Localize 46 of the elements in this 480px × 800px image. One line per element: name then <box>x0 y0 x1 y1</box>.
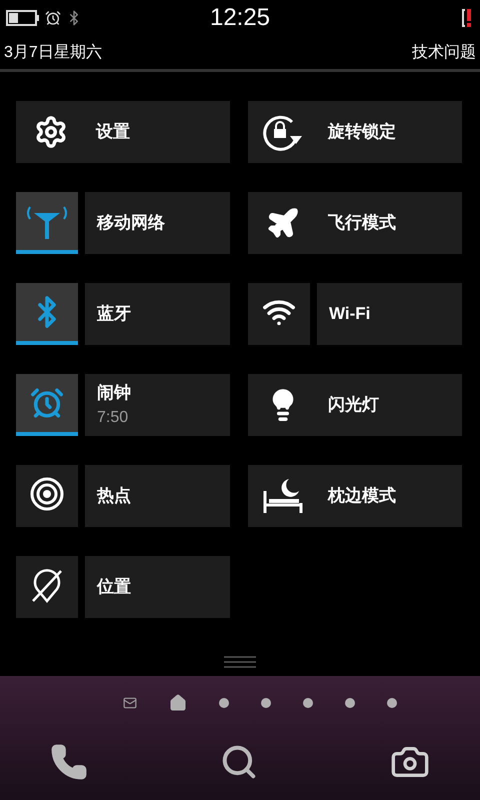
search-icon[interactable] <box>220 743 258 781</box>
tile-label: Wi-Fi <box>329 303 370 326</box>
tile-label: 闪光灯 <box>328 394 379 416</box>
tile-label: 移动网络 <box>97 212 165 234</box>
alarm-clock-icon <box>45 10 61 26</box>
tile-label: 旋转锁定 <box>328 121 396 144</box>
drag-handle-icon[interactable] <box>224 656 256 668</box>
toggle-button[interactable] <box>16 465 78 527</box>
tile-label: 热点 <box>97 485 131 508</box>
tile-label-button[interactable]: 移动网络 <box>85 192 230 254</box>
tile-label: 位置 <box>97 576 131 598</box>
quick-setting-tile[interactable]: 飞行模式 <box>248 192 462 254</box>
hotspot-icon <box>29 476 65 512</box>
toggle-button[interactable] <box>16 192 78 254</box>
quick-setting-tile[interactable]: 设置 <box>16 101 230 163</box>
settings-icon <box>34 115 68 149</box>
mail-icon[interactable] <box>123 696 137 710</box>
clock-time: 12:25 <box>210 3 270 33</box>
date-text: 3月7日星期六 <box>4 42 102 62</box>
home-icon[interactable] <box>169 694 187 712</box>
alarm-clock-icon <box>30 386 64 420</box>
tile-label: 闹钟 <box>97 382 131 404</box>
tile-label: 飞行模式 <box>328 212 396 234</box>
toggle-button[interactable] <box>16 556 78 618</box>
tile-label-button[interactable]: Wi-Fi <box>317 283 462 345</box>
tile-label: 枕边模式 <box>328 485 396 508</box>
alarm-time: 7:50 <box>97 408 130 428</box>
toggle-button[interactable] <box>16 374 78 436</box>
quick-setting-tile[interactable]: 旋转锁定 <box>248 101 462 163</box>
tile-label-button[interactable]: 热点 <box>85 465 230 527</box>
quick-setting-tile[interactable]: 枕边模式 <box>248 465 462 527</box>
toggle-button[interactable] <box>248 283 310 345</box>
location-off-icon <box>30 567 64 603</box>
toggle-button[interactable] <box>16 283 78 345</box>
airplane-icon <box>266 206 300 240</box>
battery-icon <box>6 10 40 26</box>
tile-label-button[interactable]: 闹钟 7:50 <box>85 374 230 436</box>
tile-label: 蓝牙 <box>97 303 131 326</box>
tile-label: 设置 <box>96 121 130 144</box>
alert-icon <box>462 8 474 28</box>
phone-icon[interactable] <box>50 743 88 781</box>
tech-question-link[interactable]: 技术问题 <box>412 40 476 64</box>
bed-moon-icon <box>263 477 303 515</box>
quick-setting-tile[interactable]: 闪光灯 <box>248 374 462 436</box>
tile-label-button[interactable]: 蓝牙 <box>85 283 230 345</box>
tile-label-button[interactable]: 位置 <box>85 556 230 618</box>
